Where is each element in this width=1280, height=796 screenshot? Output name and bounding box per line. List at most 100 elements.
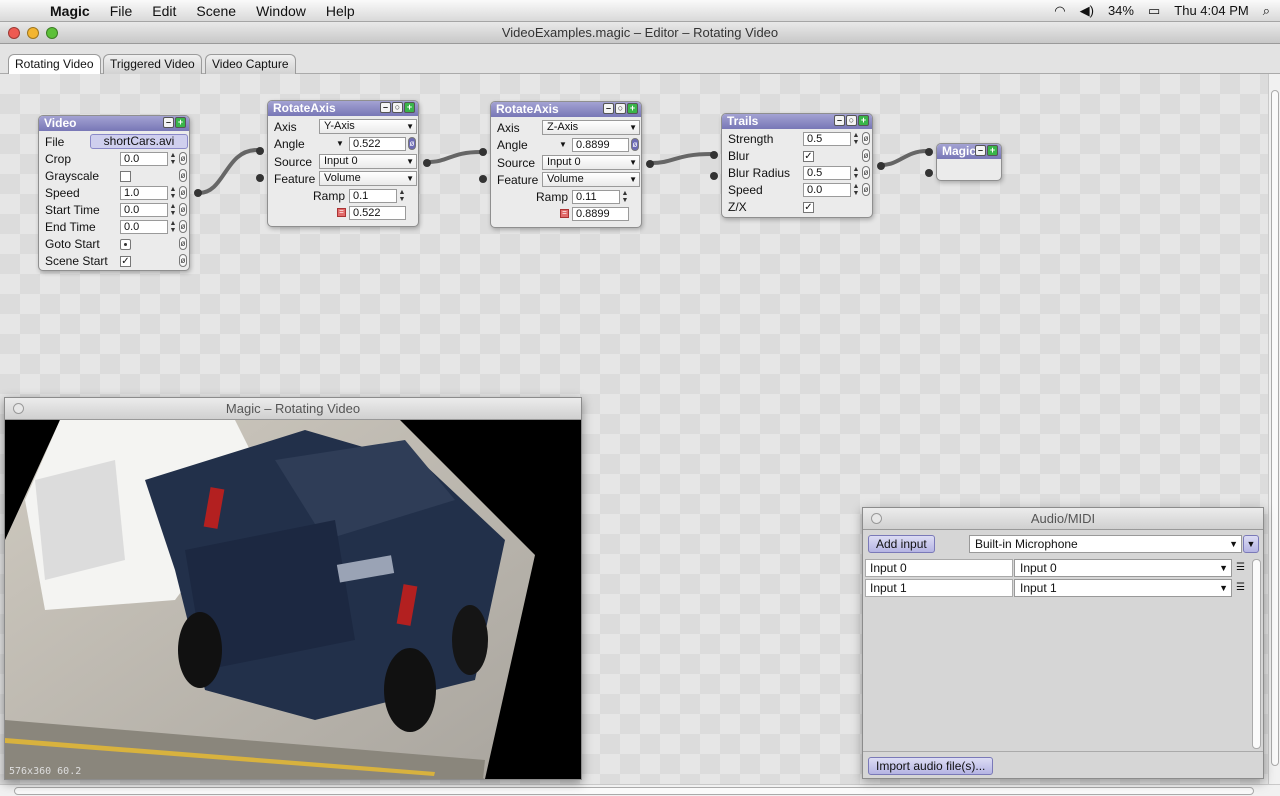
preview-window[interactable]: Magic – Rotating Video 576x360 60.2 — [4, 397, 582, 780]
audio-inputs-scrollbar[interactable] — [1252, 559, 1261, 749]
magic-input-port-1[interactable] — [925, 148, 933, 156]
rotate-axis-module-2[interactable]: RotateAxis – ○ + Axis Z-Axis ▼ Angle ▼ 0.88… — [479, 101, 654, 228]
angle-dropdown-icon[interactable]: ▼ — [336, 139, 344, 148]
end-time-field[interactable]: 0.0 — [120, 220, 168, 234]
menu-edit[interactable]: Edit — [142, 3, 186, 19]
device-options-button[interactable]: ▼ — [1243, 535, 1259, 553]
strength-stepper[interactable]: ▲ ▼ — [852, 132, 860, 146]
volume-icon[interactable]: ◀) — [1080, 3, 1094, 19]
blur-checkbox[interactable]: ✓ — [803, 151, 814, 162]
ramp-field[interactable]: 0.11 — [572, 190, 620, 204]
collapse-icon[interactable]: – — [603, 103, 614, 114]
video-module-header[interactable]: Video – + — [39, 116, 189, 131]
feature-select[interactable]: Volume ▼ — [542, 172, 640, 187]
video-module[interactable]: Video – + File shortCars.avi Crop 0.0 ▲ ▼ … — [38, 115, 202, 271]
minimize-window-button[interactable] — [27, 27, 39, 39]
rotate1-output-port[interactable] — [423, 159, 431, 167]
close-icon[interactable] — [13, 403, 24, 414]
magic-header[interactable]: Magic – + — [937, 144, 1001, 159]
start-time-link-icon[interactable]: ø — [179, 203, 187, 216]
reorder-handle-icon[interactable]: ☰ — [1236, 583, 1246, 593]
trails-header[interactable]: Trails – ○ + — [722, 114, 872, 129]
add-input-button[interactable]: Add input — [868, 535, 935, 553]
file-button[interactable]: shortCars.avi — [90, 134, 188, 149]
tab-rotating-video[interactable]: Rotating Video — [8, 54, 101, 74]
options-icon[interactable]: ○ — [846, 115, 857, 126]
blur-link-icon[interactable]: ø — [862, 149, 870, 162]
trails-speed-stepper[interactable]: ▲ ▼ — [852, 183, 860, 197]
crop-field[interactable]: 0.0 — [120, 152, 168, 166]
tab-video-capture[interactable]: Video Capture — [205, 54, 296, 74]
options-icon[interactable]: ○ — [615, 103, 626, 114]
add-icon[interactable]: + — [404, 102, 415, 113]
rotate1-header[interactable]: RotateAxis – ○ + — [268, 101, 418, 116]
start-time-stepper[interactable]: ▲ ▼ — [169, 203, 177, 217]
zoom-window-button[interactable] — [46, 27, 58, 39]
horizontal-scroll-thumb[interactable] — [14, 787, 1254, 795]
collapse-icon[interactable]: – — [380, 102, 391, 113]
add-icon[interactable]: + — [987, 145, 998, 156]
grayscale-checkbox[interactable] — [120, 171, 131, 182]
input-source-select-1[interactable]: Input 1 ▼ — [1014, 579, 1232, 597]
input-source-select-0[interactable]: Input 0 ▼ — [1014, 559, 1232, 577]
minus-icon[interactable]: = — [560, 209, 569, 218]
trails-speed-link-icon[interactable]: ø — [862, 183, 870, 196]
preview-title-bar[interactable]: Magic – Rotating Video — [5, 398, 581, 420]
vertical-scrollbar[interactable] — [1268, 74, 1280, 784]
axis-select[interactable]: Z-Axis ▼ — [542, 120, 640, 135]
battery-icon[interactable]: ▭ — [1148, 3, 1160, 19]
source-select[interactable]: Input 0 ▼ — [542, 155, 640, 170]
scene-start-link-icon[interactable]: ø — [179, 254, 187, 267]
blur-radius-stepper[interactable]: ▲ ▼ — [852, 166, 860, 180]
trails-module[interactable]: Trails – ○ + Strength 0.5 ▲ ▼ ø Blur ✓ ø Bl… — [710, 113, 885, 218]
ramp-field[interactable]: 0.1 — [349, 189, 397, 203]
rotate1-angle-input-port[interactable] — [256, 147, 264, 155]
grayscale-link-icon[interactable]: ø — [179, 169, 187, 182]
menu-help[interactable]: Help — [316, 3, 365, 19]
horizontal-scrollbar[interactable] — [0, 784, 1280, 796]
speed-stepper[interactable]: ▲ ▼ — [169, 186, 177, 200]
collapse-icon[interactable]: – — [834, 115, 845, 126]
trails-blur-input-port[interactable] — [710, 172, 718, 180]
angle-link-icon[interactable]: ø — [631, 138, 639, 151]
audio-device-select[interactable]: Built-in Microphone ▼ — [969, 535, 1242, 553]
input-name-0[interactable]: Input 0 — [865, 559, 1013, 577]
menu-file[interactable]: File — [100, 3, 143, 19]
video-output-port[interactable] — [194, 189, 202, 197]
rotate2-angle-input-port[interactable] — [479, 148, 487, 156]
angle-dropdown-icon[interactable]: ▼ — [559, 140, 567, 149]
axis-select[interactable]: Y-Axis ▼ — [319, 119, 417, 134]
rotate2-feature-input-port[interactable] — [479, 175, 487, 183]
rotate1-feature-input-port[interactable] — [256, 174, 264, 182]
end-time-link-icon[interactable]: ø — [179, 220, 187, 233]
goto-start-button[interactable] — [120, 239, 131, 250]
speed-field[interactable]: 1.0 — [120, 186, 168, 200]
strength-link-icon[interactable]: ø — [862, 132, 870, 145]
add-icon[interactable]: + — [175, 117, 186, 128]
source-select[interactable]: Input 0 ▼ — [319, 154, 417, 169]
vertical-scroll-thumb[interactable] — [1271, 90, 1279, 766]
magic-output-module[interactable]: Magic – + — [925, 143, 1002, 181]
rotate2-header[interactable]: RotateAxis – ○ + — [491, 102, 641, 117]
blur-radius-link-icon[interactable]: ø — [862, 166, 870, 179]
ramp-stepper[interactable]: ▲ ▼ — [621, 190, 629, 204]
end-time-stepper[interactable]: ▲ ▼ — [169, 220, 177, 234]
wifi-icon[interactable]: ◠ — [1054, 3, 1065, 19]
crop-stepper[interactable]: ▲ ▼ — [169, 152, 177, 166]
import-audio-button[interactable]: Import audio file(s)... — [868, 757, 994, 775]
close-window-button[interactable] — [8, 27, 20, 39]
crop-link-icon[interactable]: ø — [179, 152, 187, 165]
magic-input-port-2[interactable] — [925, 169, 933, 177]
start-time-field[interactable]: 0.0 — [120, 203, 168, 217]
collapse-icon[interactable]: – — [163, 117, 174, 128]
zx-checkbox[interactable]: ✓ — [803, 202, 814, 213]
goto-start-link-icon[interactable]: ø — [179, 237, 187, 250]
angle-field[interactable]: 0.522 — [349, 137, 406, 151]
tab-triggered-video[interactable]: Triggered Video — [103, 54, 202, 74]
clock[interactable]: Thu 4:04 PM — [1174, 3, 1248, 18]
trails-input-port[interactable] — [710, 151, 718, 159]
ramp-stepper[interactable]: ▲ ▼ — [398, 189, 406, 203]
trails-output-port[interactable] — [877, 162, 885, 170]
menu-app[interactable]: Magic — [40, 3, 100, 19]
menu-scene[interactable]: Scene — [186, 3, 246, 19]
